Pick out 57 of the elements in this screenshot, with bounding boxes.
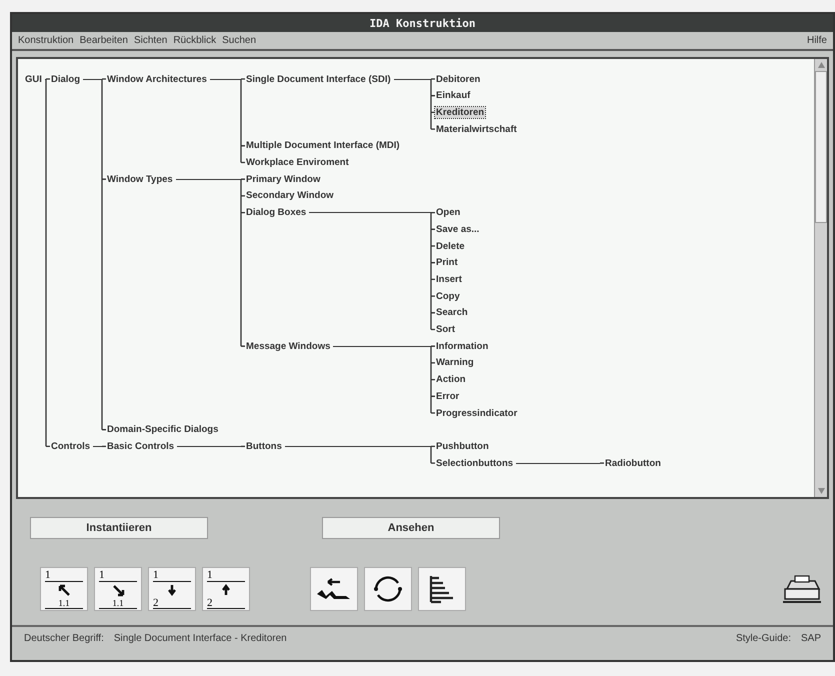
refresh-button[interactable]	[364, 567, 412, 611]
tree-node[interactable]: Progressindicator	[435, 408, 518, 418]
tree-node[interactable]: Sort	[435, 324, 456, 335]
menu-item[interactable]: Konstruktion	[18, 35, 74, 46]
tree-node[interactable]: Pushbutton	[435, 440, 490, 452]
status-label: Deutscher Begriff:	[24, 633, 104, 644]
tree-node[interactable]: Kreditoren	[435, 106, 486, 118]
tree-node[interactable]: Action	[435, 374, 467, 386]
tree-node[interactable]: Multiple Document Interface (MDI)	[245, 140, 401, 152]
window-title: IDA Konstruktion	[370, 16, 476, 30]
tree-node[interactable]: Search	[435, 307, 469, 318]
tree-node[interactable]: Print	[435, 257, 459, 268]
menu-item[interactable]: Rückblick	[173, 35, 216, 46]
tree-node[interactable]: Secondary Window	[245, 190, 335, 202]
tree-node[interactable]: Controls	[50, 440, 92, 452]
tree-node[interactable]: Dialog	[50, 74, 82, 84]
tree-node[interactable]: Basic Controls	[106, 440, 176, 452]
tree-node[interactable]: Dialog Boxes	[245, 207, 308, 218]
menu-item[interactable]: Sichten	[134, 35, 168, 46]
tree-node[interactable]: Error	[435, 390, 460, 402]
level-button[interactable]: 1 1.1	[40, 567, 88, 611]
hierarchy-button[interactable]	[418, 567, 466, 611]
tree-node[interactable]: Materialwirtschaft	[435, 124, 518, 135]
help-menu[interactable]: Hilfe	[806, 35, 827, 46]
tree-node[interactable]: Window Architectures	[106, 74, 208, 84]
tree-node[interactable]: Debitoren	[435, 74, 482, 84]
tree-node[interactable]: Primary Window	[245, 174, 322, 185]
level-button[interactable]: 1 2	[202, 567, 250, 611]
tree-node[interactable]: Selectionbuttons	[435, 458, 514, 469]
status-value: Single Document Interface - Kreditoren	[114, 633, 287, 644]
tree-node[interactable]: Buttons	[245, 440, 283, 452]
tree-node[interactable]: Workplace Enviroment	[245, 157, 350, 168]
tree-node[interactable]: Information	[435, 340, 490, 352]
level-button[interactable]: 1 2	[148, 567, 196, 611]
tree-node[interactable]: Warning	[435, 357, 475, 368]
scroll-thumb[interactable]	[815, 71, 827, 223]
tree-node[interactable]: Delete	[435, 240, 466, 252]
tree-node[interactable]: Einkauf	[435, 90, 472, 102]
tree-node[interactable]: Copy	[435, 290, 461, 302]
tree-node[interactable]: Open	[435, 207, 462, 218]
menu-item[interactable]: Bearbeiten	[80, 35, 128, 46]
tree-node[interactable]: Radiobutton	[604, 458, 662, 469]
tree-node[interactable]: Window Types	[106, 174, 174, 185]
back-button[interactable]	[310, 567, 358, 611]
style-guide-label: Style-Guide:	[736, 633, 791, 644]
action-button[interactable]: Instantiieren	[30, 517, 208, 539]
tree-node[interactable]: Save as...	[435, 224, 480, 235]
tree-node[interactable]: Message Windows	[245, 340, 332, 352]
tree-node[interactable]: Single Document Interface (SDI)	[245, 74, 392, 84]
level-button[interactable]: 1 1.1	[94, 567, 142, 611]
vertical-scrollbar[interactable]	[814, 59, 827, 497]
style-guide-value: SAP	[800, 633, 821, 644]
tree-node[interactable]: GUI	[24, 74, 43, 84]
tree-node[interactable]: Insert	[435, 274, 463, 285]
action-button[interactable]: Ansehen	[322, 517, 500, 539]
tree-node[interactable]: Domain-Specific Dialogs	[106, 424, 220, 436]
menu-item[interactable]: Suchen	[222, 35, 256, 46]
